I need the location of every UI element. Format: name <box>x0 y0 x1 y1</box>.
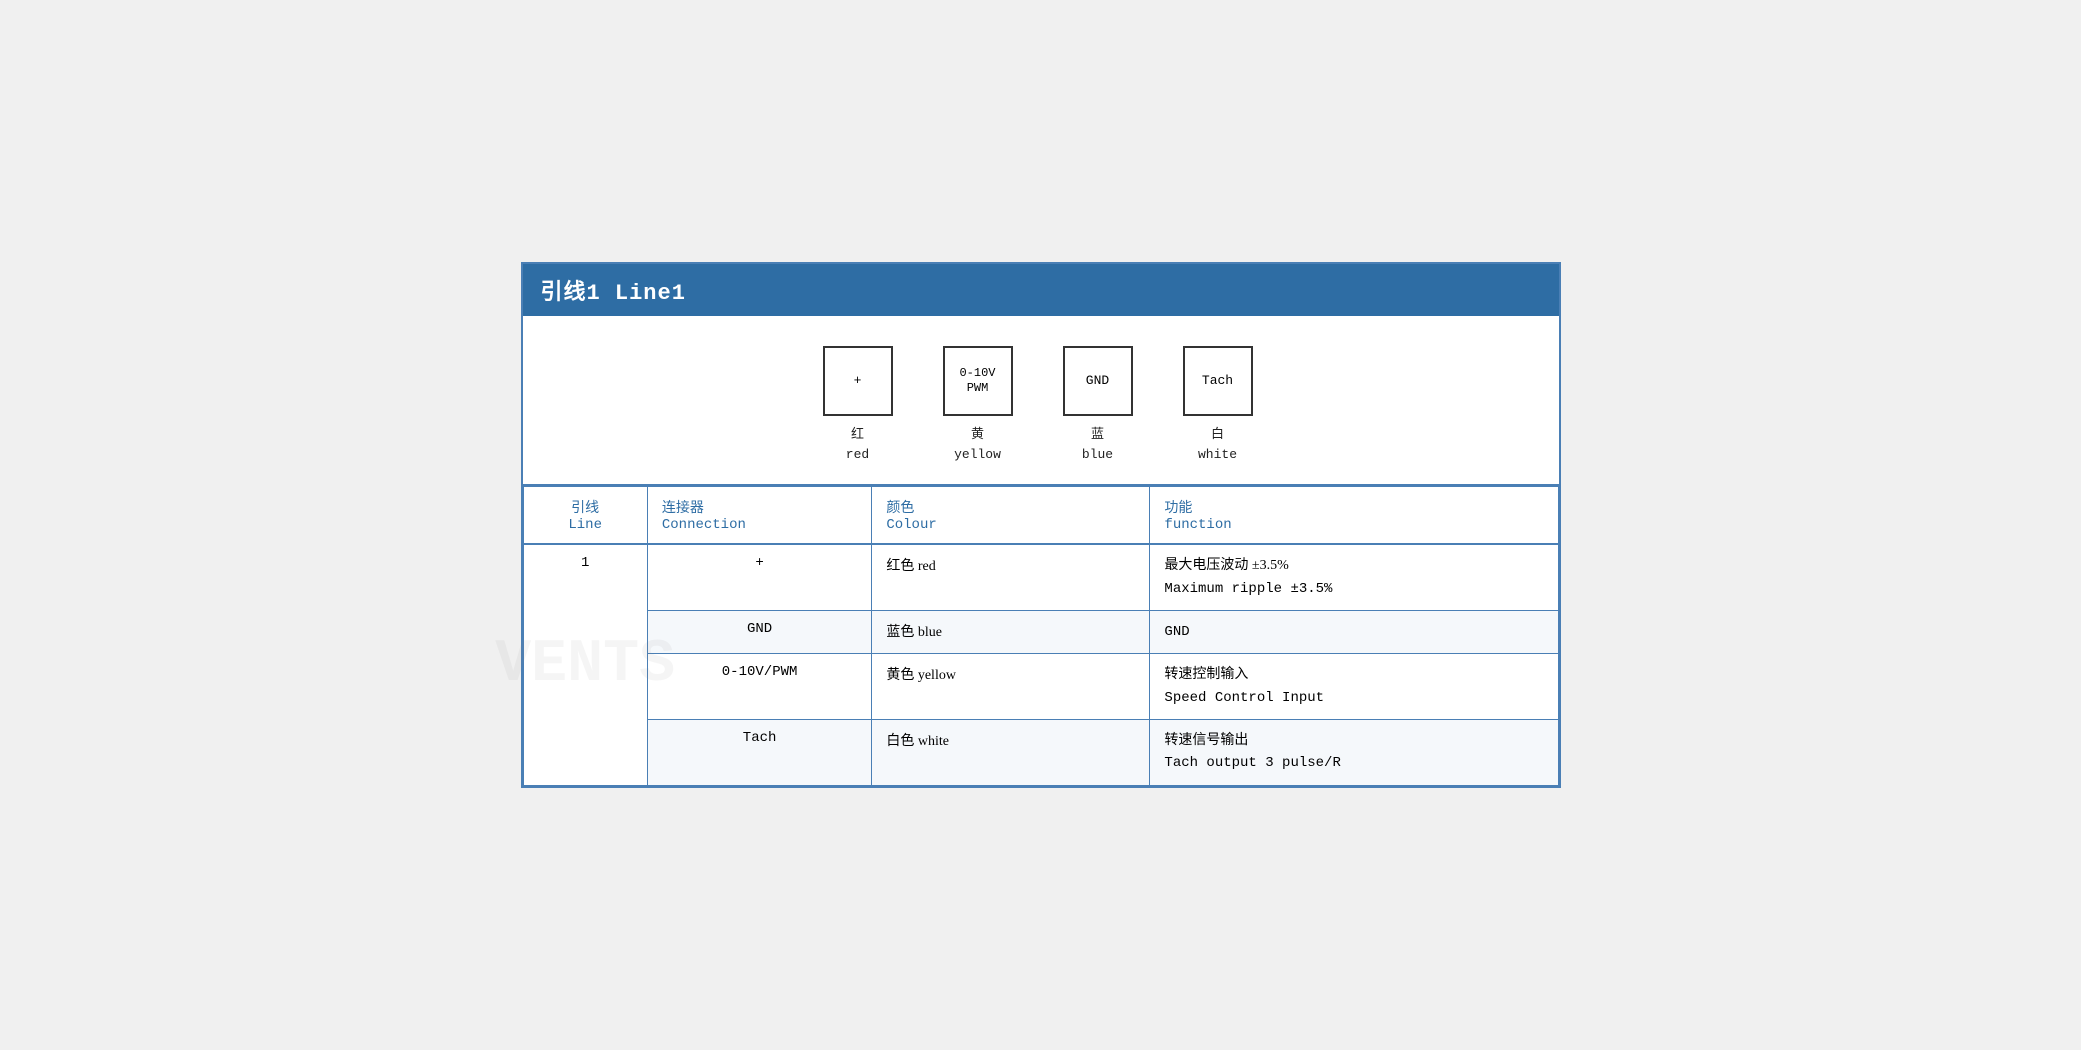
header-function: 功能 function <box>1150 487 1558 545</box>
function-tach: 转速信号输出 Tach output 3 pulse/R <box>1150 720 1558 786</box>
colour-white-text: 白色 white <box>886 734 949 749</box>
colour-blue: 蓝色 blue <box>872 610 1150 653</box>
function-ripple-en: Maximum ripple ±3.5% <box>1164 581 1332 597</box>
header-line-en: Line <box>568 517 602 533</box>
pin-pwm-zh: 黄 <box>971 426 984 441</box>
colour-yellow: 黄色 yellow <box>872 654 1150 720</box>
connector-plus: + <box>647 544 871 610</box>
main-table: 引线 Line 连接器 Connection 颜色 Colour 功能 func… <box>523 486 1559 786</box>
connector-pwm: 0-10V/PWM <box>647 654 871 720</box>
pin-tach-label: 白 white <box>1198 424 1237 464</box>
header-colour-zh: 颜色 <box>886 501 914 516</box>
header-connector-zh: 连接器 <box>662 501 704 516</box>
pin-plus-en: red <box>846 447 869 462</box>
function-speed: 转速控制输入 Speed Control Input <box>1150 654 1558 720</box>
colour-red: 红色 red <box>872 544 1150 610</box>
header-line: 引线 Line <box>523 487 647 545</box>
title-bar: 引线1 Line1 <box>523 264 1559 316</box>
pin-pwm-en: yellow <box>954 447 1001 462</box>
function-gnd: GND <box>1150 610 1558 653</box>
connector-tach: Tach <box>647 720 871 786</box>
pin-gnd-label: 蓝 blue <box>1082 424 1113 464</box>
header-colour-en: Colour <box>886 517 936 533</box>
header-connector-en: Connection <box>662 517 746 533</box>
connector-tach-label: Tach <box>743 730 777 746</box>
header-function-zh: 功能 <box>1164 501 1192 516</box>
connector-gnd-label: GND <box>747 621 772 637</box>
function-speed-en: Speed Control Input <box>1164 690 1324 706</box>
colour-white: 白色 white <box>872 720 1150 786</box>
colour-yellow-text: 黄色 yellow <box>886 668 956 683</box>
title-text: 引线1 Line1 <box>541 281 686 306</box>
pin-plus-item: + 红 red <box>823 346 893 464</box>
function-gnd-label: GND <box>1164 624 1189 640</box>
header-colour: 颜色 Colour <box>872 487 1150 545</box>
pin-pwm-box: 0-10VPWM <box>943 346 1013 416</box>
pin-tach-en: white <box>1198 447 1237 462</box>
table-row-2: GND 蓝色 blue GND <box>523 610 1558 653</box>
line-number: 1 <box>581 555 589 571</box>
function-tach-en: Tach output 3 pulse/R <box>1164 755 1340 771</box>
main-container: 引线1 Line1 + 红 red 0-10VPWM 黄 yellow GND <box>521 262 1561 788</box>
pin-gnd-item: GND 蓝 blue <box>1063 346 1133 464</box>
pin-pwm-label: 黄 yellow <box>954 424 1001 464</box>
connector-plus-label: + <box>755 555 763 571</box>
function-speed-zh: 转速控制输入 <box>1164 667 1248 682</box>
header-connector: 连接器 Connection <box>647 487 871 545</box>
pin-tach-zh: 白 <box>1211 426 1224 441</box>
pin-plus-box: + <box>823 346 893 416</box>
pin-tach-item: Tach 白 white <box>1183 346 1253 464</box>
table-row-3: 0-10V/PWM 黄色 yellow 转速控制输入 Speed Control… <box>523 654 1558 720</box>
pin-gnd-box: GND <box>1063 346 1133 416</box>
colour-blue-text: 蓝色 blue <box>886 625 942 640</box>
pin-plus-label: 红 red <box>846 424 869 464</box>
diagram-inner: + 红 red 0-10VPWM 黄 yellow GND 蓝 blue <box>543 346 1539 464</box>
function-ripple-zh: 最大电压波动 ±3.5% <box>1164 558 1288 573</box>
pin-plus-zh: 红 <box>851 426 864 441</box>
table-row-1: 1 VENTS + 红色 red 最大电压波动 ±3.5% Maximum ri… <box>523 544 1558 610</box>
pin-pwm-item: 0-10VPWM 黄 yellow <box>943 346 1013 464</box>
table-header-row: 引线 Line 连接器 Connection 颜色 Colour 功能 func… <box>523 487 1558 545</box>
diagram-section: + 红 red 0-10VPWM 黄 yellow GND 蓝 blue <box>523 316 1559 486</box>
pin-tach-box: Tach <box>1183 346 1253 416</box>
function-ripple: 最大电压波动 ±3.5% Maximum ripple ±3.5% <box>1150 544 1558 610</box>
connector-gnd: GND <box>647 610 871 653</box>
header-function-en: function <box>1164 517 1231 533</box>
header-line-zh: 引线 <box>571 501 599 516</box>
connector-pwm-label: 0-10V/PWM <box>722 664 798 680</box>
function-tach-zh: 转速信号输出 <box>1164 733 1248 748</box>
line-number-cell: 1 VENTS <box>523 544 647 785</box>
pin-gnd-en: blue <box>1082 447 1113 462</box>
colour-red-text: 红色 red <box>886 559 935 574</box>
pin-gnd-zh: 蓝 <box>1091 426 1104 441</box>
table-row-4: Tach 白色 white 转速信号输出 Tach output 3 pulse… <box>523 720 1558 786</box>
